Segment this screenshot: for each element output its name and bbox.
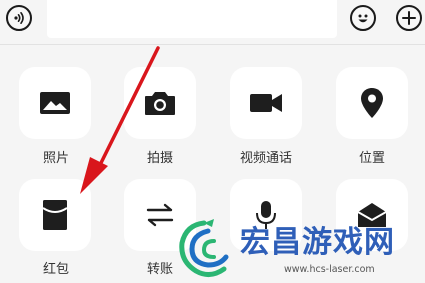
more-button[interactable] xyxy=(396,5,422,31)
video-call-icon xyxy=(250,94,282,112)
video-call-tile[interactable] xyxy=(230,67,302,139)
red-packet-label: 红包 xyxy=(42,262,69,277)
location-pin-icon xyxy=(361,88,383,118)
red-packet-tile[interactable] xyxy=(19,179,91,251)
watermark-title: 宏昌游戏网 xyxy=(240,225,395,260)
watermark: 宏昌游戏网 www.hcs-laser.com xyxy=(172,213,425,283)
smiley-icon xyxy=(358,14,368,23)
photos-tile[interactable] xyxy=(19,67,91,139)
transfer-icon xyxy=(146,203,174,227)
message-input[interactable] xyxy=(47,0,337,38)
voice-icon xyxy=(14,12,24,24)
camera-label: 拍摄 xyxy=(146,151,173,166)
voice-input-button[interactable] xyxy=(6,5,32,31)
emoji-button[interactable] xyxy=(350,5,376,31)
video-call-label: 视频通话 xyxy=(239,151,292,166)
dragon-logo-icon xyxy=(179,219,229,277)
camera-icon xyxy=(145,92,175,115)
image-icon xyxy=(40,92,70,114)
watermark-url: www.hcs-laser.com xyxy=(284,264,375,275)
photos-label: 照片 xyxy=(42,151,69,166)
camera-tile[interactable] xyxy=(124,67,196,139)
location-label: 位置 xyxy=(358,151,385,166)
red-packet-icon xyxy=(42,200,68,230)
location-tile[interactable] xyxy=(336,67,408,139)
chat-input-bar xyxy=(0,0,425,40)
plus-icon xyxy=(402,11,416,25)
